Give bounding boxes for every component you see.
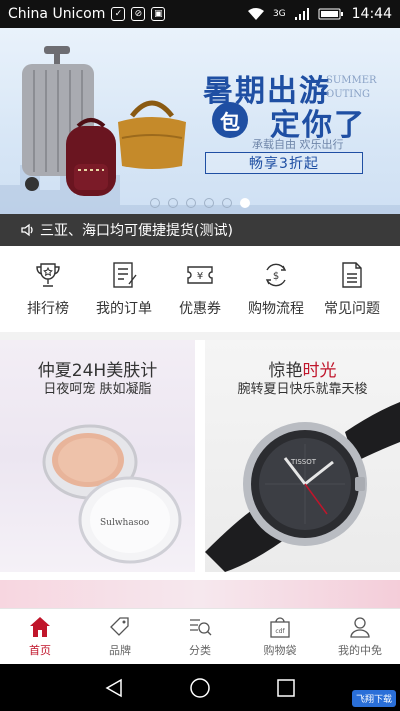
tab-label: 我的中免: [338, 644, 382, 657]
pagination-dot[interactable]: [186, 198, 196, 208]
menu-item-label: 我的订单: [96, 301, 152, 317]
menu-item-ranking[interactable]: 排行榜: [12, 260, 84, 318]
signal-icon: [294, 8, 309, 20]
system-navigation-bar: [0, 664, 400, 711]
banner-english-title: SUMMER OUTING: [326, 75, 377, 100]
tab-shopping-bag[interactable]: cdf 购物袋: [240, 615, 320, 658]
banner-discount-label: 畅享3折起: [205, 152, 363, 174]
menu-item-label: 购物流程: [248, 301, 304, 317]
network-type: 3G: [272, 9, 286, 19]
announcement-text: 三亚、海口均可便捷提货(测试): [40, 223, 233, 239]
clock: 14:44: [351, 6, 392, 22]
tab-home[interactable]: 首页: [0, 615, 80, 658]
menu-item-label: 排行榜: [27, 301, 69, 317]
handbag-image: [118, 100, 186, 169]
banner-pagination: [150, 198, 250, 208]
banner-title-circle: 包: [212, 102, 248, 138]
process-icon: $: [265, 263, 287, 287]
image-notification-icon: ▣: [151, 7, 166, 21]
category-search-icon: [190, 619, 212, 636]
promo-banner-strip[interactable]: [0, 580, 400, 608]
svg-text:cdf: cdf: [275, 628, 285, 635]
carrier-name: China Unicom: [8, 6, 106, 22]
pagination-dot[interactable]: [222, 198, 232, 208]
trophy-icon: [36, 263, 60, 287]
promo-card-watch[interactable]: 惊艳时光 腕转夏日快乐就靠天梭 TISSOT: [205, 340, 400, 572]
battery-icon: [318, 8, 343, 20]
coupon-icon: ¥: [187, 266, 213, 284]
tab-brand[interactable]: 品牌: [80, 615, 160, 658]
watermark-logo: 飞翔下载: [351, 690, 396, 707]
banner-slogan: 承载自由 欢乐出行: [252, 138, 344, 151]
pagination-dot[interactable]: [150, 198, 160, 208]
sync-icon: ⊘: [131, 7, 146, 21]
brand-logo-text: TISSOT: [291, 458, 317, 466]
tab-label: 品牌: [109, 644, 131, 657]
status-bar: China Unicom ✓ ⊘ ▣ 3G 14:44: [0, 0, 400, 28]
brand-logo-text: Sulwhasoo: [100, 518, 150, 528]
promo-card-skincare[interactable]: 仲夏24H美肤计 日夜呵宠 肤如凝脂 Sulwhasoo: [0, 340, 195, 572]
back-icon[interactable]: [103, 677, 125, 699]
home-icon: [30, 617, 50, 637]
pagination-dot-active[interactable]: [240, 198, 250, 208]
tab-label: 购物袋: [263, 644, 297, 657]
pagination-dot[interactable]: [168, 198, 178, 208]
user-icon: [350, 617, 370, 638]
menu-item-shopping-process[interactable]: $ 购物流程: [240, 260, 312, 318]
bottom-tab-bar: 首页 品牌 分类 cdf 购物袋 我的中免: [0, 608, 400, 664]
home-circle-icon[interactable]: [189, 677, 211, 699]
cushion-compact-image: [42, 424, 182, 564]
svg-text:¥: ¥: [197, 271, 203, 282]
recent-apps-icon[interactable]: [275, 677, 297, 699]
shopping-bag-icon: cdf: [270, 617, 290, 638]
announcement-bar[interactable]: 三亚、海口均可便捷提货(测试): [0, 214, 400, 246]
notification-icon: ✓: [111, 7, 126, 21]
brand-tag-icon: [110, 617, 129, 636]
menu-item-coupons[interactable]: ¥ 优惠券: [164, 260, 236, 318]
wifi-icon: [247, 8, 264, 20]
promo-subtitle: 腕转夏日快乐就靠天梭: [237, 382, 368, 397]
tab-label: 分类: [189, 644, 211, 657]
menu-item-orders[interactable]: 我的订单: [88, 260, 160, 318]
promo-banner[interactable]: 暑期出游 SUMMER OUTING 包 定你了 承载自由 欢乐出行 畅享3折起: [0, 28, 400, 215]
tab-my-account[interactable]: 我的中免: [320, 615, 400, 658]
menu-item-faq[interactable]: 常见问题: [316, 260, 388, 318]
faq-icon: [342, 262, 362, 288]
tab-label: 首页: [29, 644, 51, 657]
menu-item-label: 优惠券: [179, 301, 221, 317]
speaker-icon: [21, 223, 33, 237]
svg-text:$: $: [273, 271, 279, 282]
section-divider: [0, 332, 400, 340]
tab-category[interactable]: 分类: [160, 615, 240, 658]
quick-menu: 排行榜 我的订单 ¥ 优惠券 $ 购物流程 常见问题: [0, 246, 400, 332]
promo-subtitle: 日夜呵宠 肤如凝脂: [43, 382, 152, 397]
order-icon: [113, 262, 137, 288]
watch-image: [205, 402, 400, 572]
menu-item-label: 常见问题: [324, 301, 380, 317]
pagination-dot[interactable]: [204, 198, 214, 208]
